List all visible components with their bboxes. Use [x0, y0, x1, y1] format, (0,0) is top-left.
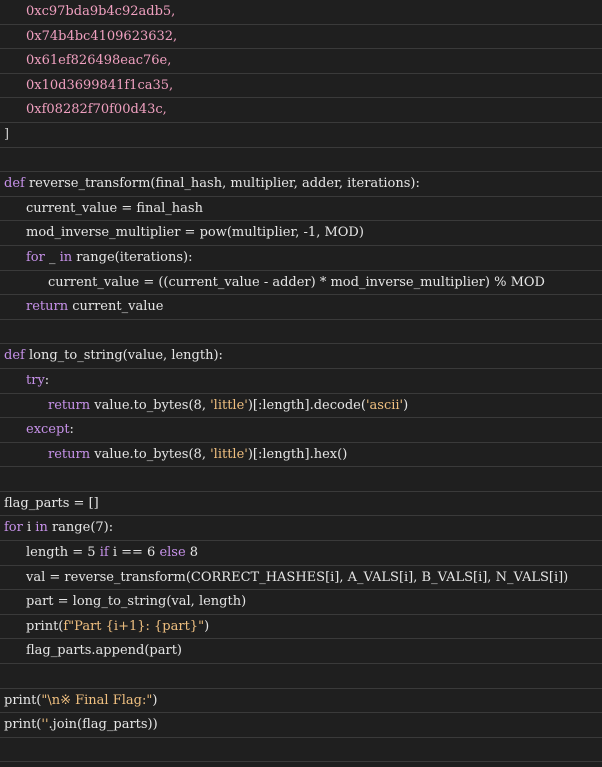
code-line: ] [0, 123, 602, 148]
code-token: 0xf08282f70f00d43c, [26, 102, 167, 118]
code-token: for [26, 249, 45, 265]
code-line [0, 148, 602, 173]
code-token: .join(flag_parts)) [48, 717, 158, 733]
code-token: ) [152, 692, 158, 708]
code-token: f"Part {i+1}: {part}" [63, 618, 205, 634]
code-token: 'ascii' [365, 397, 404, 413]
code-token: print( [26, 618, 64, 634]
code-token: 'little' [210, 446, 248, 462]
code-token: except [26, 422, 70, 438]
code-token: def [4, 176, 29, 192]
code-line: return value.to_bytes(8, 'little')[:leng… [0, 443, 602, 468]
code-token: for [4, 520, 23, 536]
code-token: ) [204, 618, 210, 634]
code-line: current_value = ((current_value - adder)… [0, 271, 602, 296]
code-token: current_value = final_hash [26, 200, 203, 216]
code-line [0, 320, 602, 345]
code-token: value.to_bytes(8, [90, 397, 211, 413]
code-token: print( [4, 717, 42, 733]
code-line: def long_to_string(value, length): [0, 344, 602, 369]
code-token: val = reverse_transform(CORRECT_HASHES[i… [26, 569, 569, 585]
code-token: return [48, 397, 91, 413]
code-token: 0x10d3699841f1ca35, [26, 77, 174, 93]
code-token: mod_inverse_multiplier = pow(multiplier,… [26, 225, 364, 241]
code-line: val = reverse_transform(CORRECT_HASHES[i… [0, 566, 602, 591]
code-token: part = long_to_string(val, length) [26, 594, 247, 610]
code-token: 'little' [210, 397, 248, 413]
code-line: print("\n※ Final Flag:") [0, 689, 602, 714]
code-line: 0xf08282f70f00d43c, [0, 98, 602, 123]
code-line: return value.to_bytes(8, 'little')[:leng… [0, 394, 602, 419]
code-token: else [159, 545, 186, 561]
code-token: def [4, 348, 29, 364]
code-token: _ [44, 249, 60, 265]
code-line: for i in range(7): [0, 516, 602, 542]
code-token: return [48, 446, 91, 462]
code-line: return current_value [0, 295, 602, 320]
code-line: mod_inverse_multiplier = pow(multiplier,… [0, 221, 602, 246]
code-line [0, 738, 602, 763]
code-line: for _ in range(iterations): [0, 246, 602, 271]
code-line [0, 664, 602, 689]
code-token: "\n※ Final Flag:" [41, 692, 153, 708]
code-line: except: [0, 418, 602, 443]
code-token: )[:length].decode( [247, 397, 366, 413]
code-token: 0x74b4bc4109623632, [26, 28, 178, 44]
code-token: if [99, 545, 109, 561]
code-line: 0x61ef826498eac76e, [0, 49, 602, 74]
code-token: flag_parts = [] [4, 495, 99, 511]
code-line: print(f"Part {i+1}: {part}") [0, 615, 602, 640]
code-line: flag_parts.append(part) [0, 639, 602, 665]
code-token: ] [4, 126, 10, 142]
code-line: 0x74b4bc4109623632, [0, 25, 602, 50]
code-token: return [26, 299, 69, 315]
code-token: '' [41, 717, 49, 733]
code-token: current_value [68, 299, 164, 315]
code-token: value.to_bytes(8, [90, 446, 211, 462]
code-token: range(iterations): [72, 249, 193, 265]
code-token: length = 5 [26, 545, 100, 561]
code-token: i == 6 [108, 545, 160, 561]
code-line: print(''.join(flag_parts)) [0, 713, 602, 738]
code-line: part = long_to_string(val, length) [0, 590, 602, 615]
code-token: try [26, 372, 45, 388]
code-token: in [35, 520, 48, 536]
code-line: 0xc97bda9b4c92adb5, [0, 0, 602, 25]
code-token: : [44, 372, 50, 388]
code-token: : [69, 422, 74, 438]
code-token: long_to_string(value, length): [28, 348, 223, 364]
code-token: range(7): [47, 520, 114, 536]
code-token: )[:length].hex() [247, 446, 348, 462]
code-line: length = 5 if i == 6 else 8 [0, 541, 602, 566]
code-token: print( [4, 692, 42, 708]
code-line: 0x10d3699841f1ca35, [0, 74, 602, 99]
code-line: flag_parts = [] [0, 492, 602, 517]
code-line: def reverse_transform(final_hash, multip… [0, 172, 602, 197]
code-token: 8 [185, 545, 199, 561]
code-token: in [59, 249, 73, 265]
code-view: 0xc97bda9b4c92adb5, 0x74b4bc4109623632, 0x… [0, 0, 602, 767]
code-token: flag_parts.append(part) [26, 643, 182, 659]
code-line: try: [0, 369, 602, 394]
code-token: reverse_transform(final_hash, multiplier… [28, 176, 420, 192]
code-token: current_value = ((current_value - adder)… [48, 274, 545, 290]
code-token: i [22, 520, 36, 536]
code-token: ) [403, 397, 409, 413]
code-line [0, 467, 602, 492]
code-token: 0x61ef826498eac76e, [26, 53, 172, 69]
code-token: 0xc97bda9b4c92adb5, [26, 4, 176, 19]
code-line: current_value = final_hash [0, 197, 602, 222]
